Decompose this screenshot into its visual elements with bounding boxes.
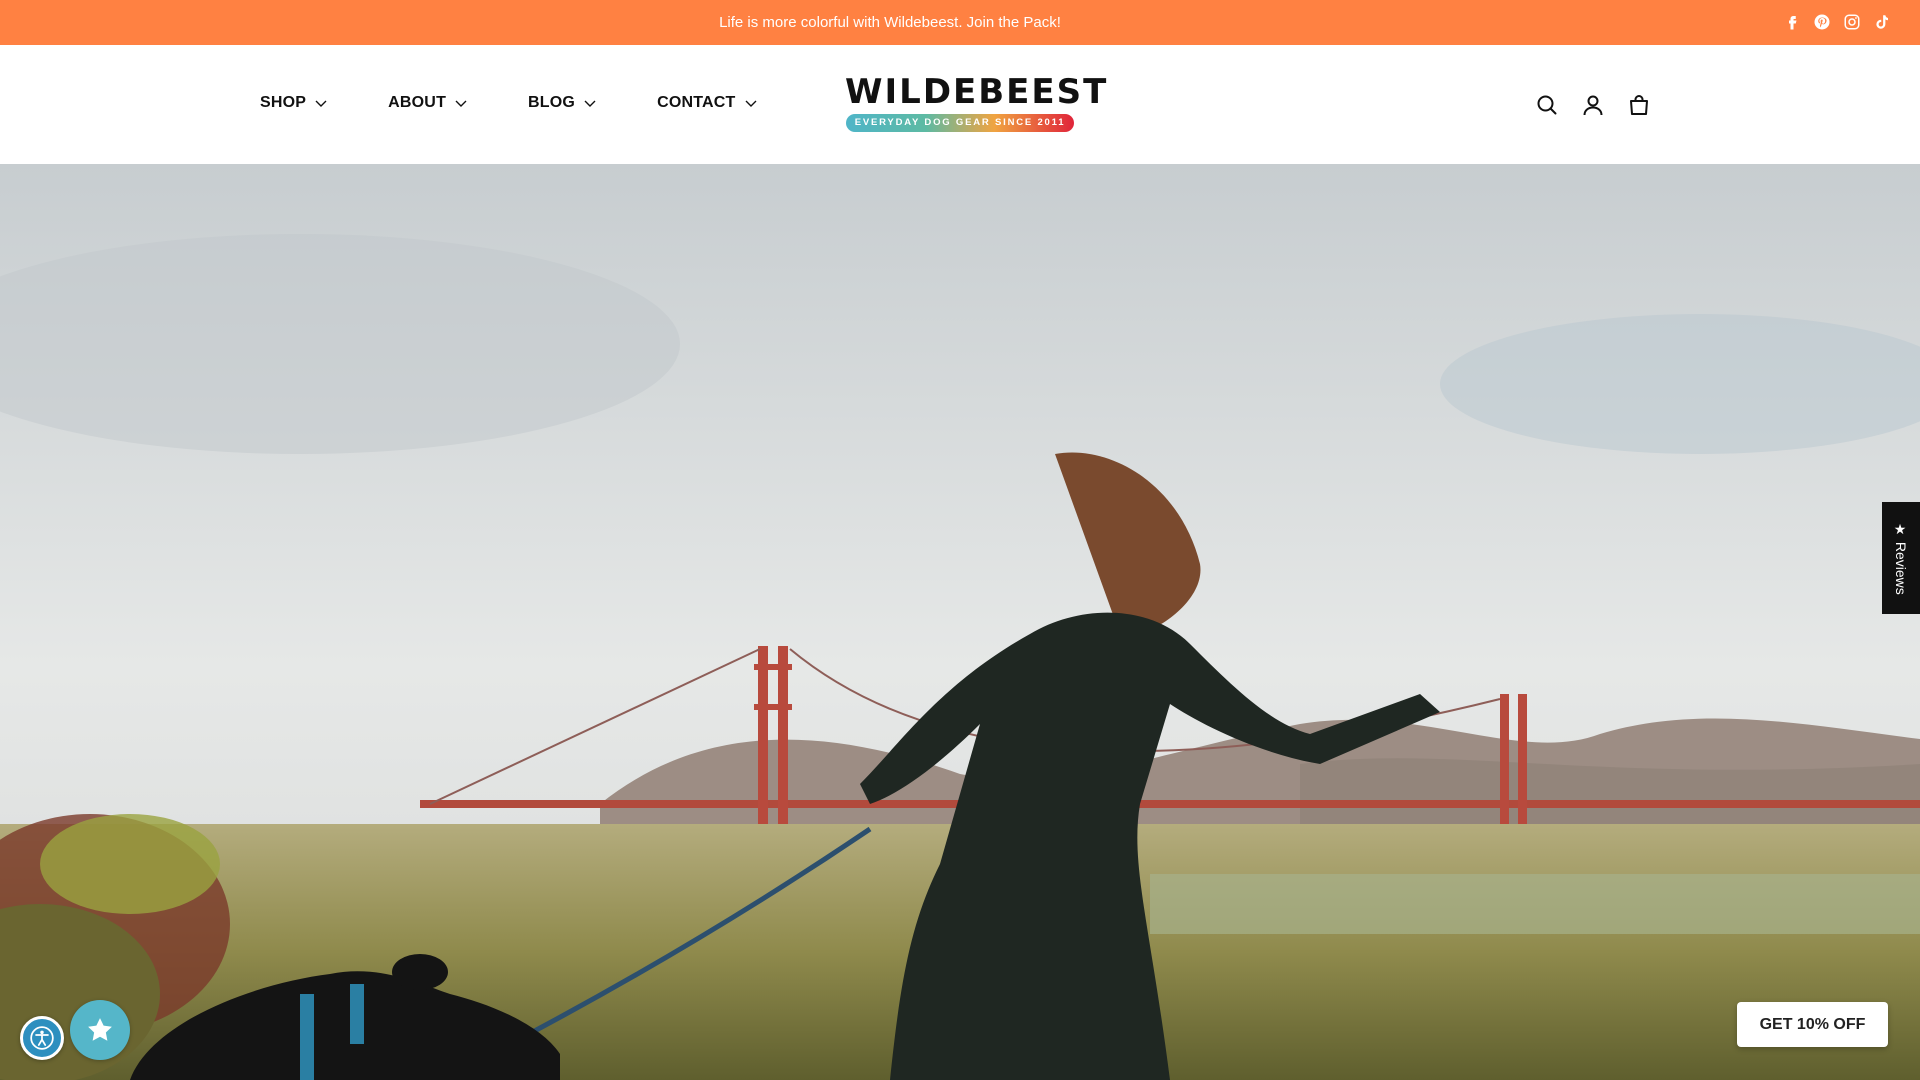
- pinterest-icon[interactable]: [1812, 12, 1832, 32]
- star-icon: [88, 1018, 112, 1041]
- hero-image: [0, 164, 1920, 1080]
- instagram-icon[interactable]: [1842, 12, 1862, 32]
- discount-button[interactable]: GET 10% OFF: [1737, 1002, 1888, 1047]
- rewards-button[interactable]: [70, 1000, 130, 1060]
- nav-label-about: ABOUT: [388, 94, 447, 111]
- tiktok-icon[interactable]: [1872, 12, 1892, 32]
- chevron-down-icon: [455, 100, 467, 107]
- nav-label-shop: SHOP: [260, 94, 307, 111]
- chevron-down-icon: [745, 100, 757, 107]
- logo-tagline: EVERYDAY DOG GEAR SINCE 2011: [846, 114, 1074, 132]
- hero-banner[interactable]: [0, 164, 1920, 1080]
- account-icon[interactable]: [1581, 93, 1605, 117]
- accessibility-button[interactable]: [20, 1016, 64, 1060]
- nav-item-shop[interactable]: SHOP: [260, 94, 328, 112]
- site-header: SHOP ABOUT BLOG CONTACT WILDEBEEST EVERY…: [0, 45, 1920, 164]
- social-links: [1782, 12, 1892, 32]
- chevron-down-icon: [584, 100, 596, 107]
- accessibility-icon: [30, 1026, 54, 1050]
- search-icon[interactable]: [1535, 93, 1559, 117]
- nav-item-about[interactable]: ABOUT: [388, 94, 468, 112]
- site-logo[interactable]: WILDEBEEST EVERYDAY DOG GEAR SINCE 2011: [845, 72, 1109, 135]
- header-icons: [1535, 93, 1651, 117]
- nav-label-contact: CONTACT: [657, 94, 736, 111]
- announcement-bar: Life is more colorful with Wildebeest. J…: [0, 0, 1920, 45]
- nav-item-contact[interactable]: CONTACT: [657, 94, 757, 112]
- announcement-text[interactable]: Life is more colorful with Wildebeest. J…: [0, 0, 1780, 45]
- logo-wordmark: WILDEBEEST: [845, 72, 1109, 112]
- reviews-tab[interactable]: ★ Reviews: [1882, 502, 1920, 614]
- chevron-down-icon: [315, 100, 327, 107]
- facebook-icon[interactable]: [1782, 12, 1802, 32]
- nav-item-blog[interactable]: BLOG: [528, 94, 597, 112]
- main-nav: SHOP ABOUT BLOG CONTACT: [260, 94, 818, 112]
- cart-icon[interactable]: [1627, 93, 1651, 117]
- nav-label-blog: BLOG: [528, 94, 576, 111]
